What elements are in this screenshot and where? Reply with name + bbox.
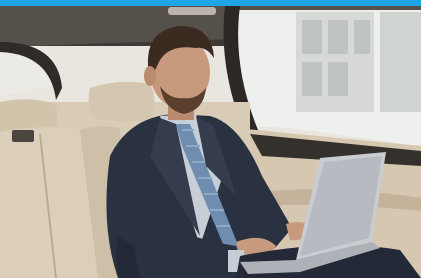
seat-belt-latch xyxy=(12,130,34,142)
dome-light xyxy=(168,7,216,15)
car-interior-photo xyxy=(0,6,421,278)
right-headrest xyxy=(88,81,155,121)
